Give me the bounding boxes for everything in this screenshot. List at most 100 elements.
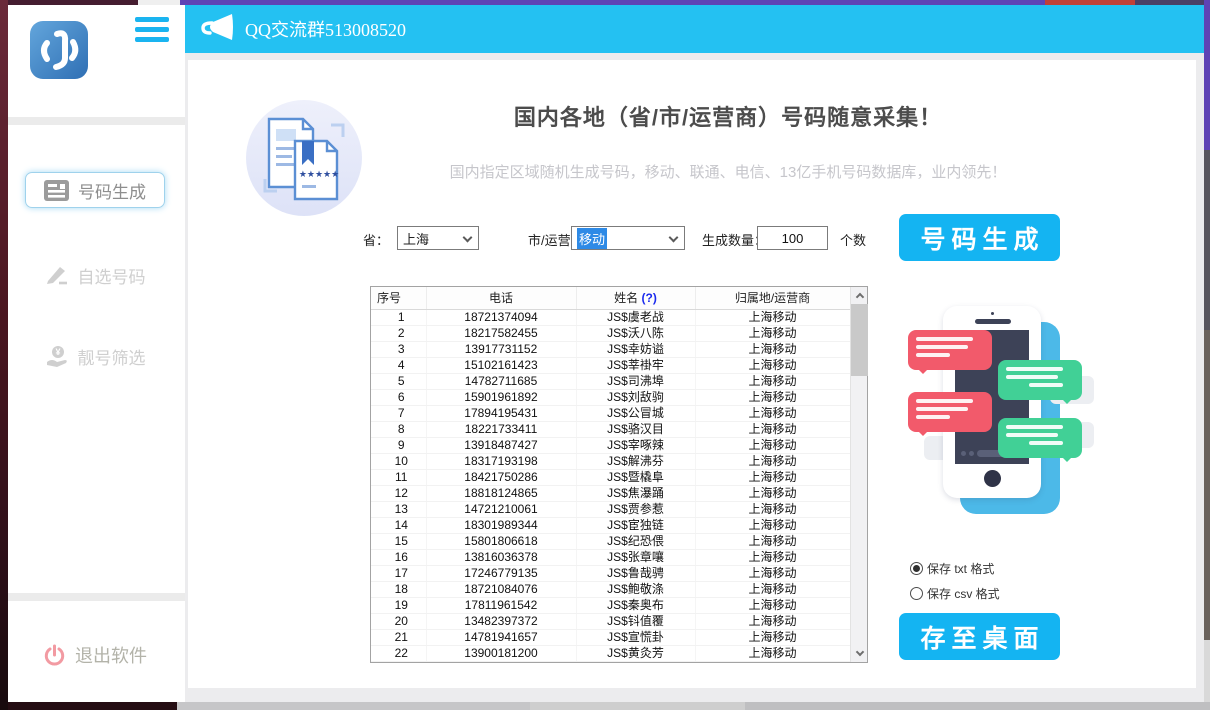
sidebar-divider bbox=[8, 593, 185, 601]
desktop-edge-right bbox=[1204, 0, 1210, 710]
table-row[interactable]: 12 18818124865 JS$焦瀑踊 上海移动 bbox=[371, 485, 850, 501]
cell-phone: 14721210061 bbox=[426, 501, 576, 517]
cell-index: 1 bbox=[371, 309, 426, 325]
cell-name: JS$莘褂牢 bbox=[576, 357, 695, 373]
table-row[interactable]: 20 13482397372 JS$钭值覆 上海移动 bbox=[371, 613, 850, 629]
table-row[interactable]: 5 14782711685 JS$司沸埠 上海移动 bbox=[371, 373, 850, 389]
province-select[interactable]: 上海 bbox=[397, 226, 479, 250]
cell-region: 上海移动 bbox=[695, 405, 850, 421]
page-title: 国内各地（省/市/运营商）号码随意采集！ bbox=[378, 100, 1078, 132]
radio-icon bbox=[910, 562, 923, 575]
cell-region: 上海移动 bbox=[695, 437, 850, 453]
app-window: 号码生成 自选号码 ¥ bbox=[8, 5, 1204, 702]
table-row[interactable]: 11 18421750286 JS$暨橇阜 上海移动 bbox=[371, 469, 850, 485]
cell-phone: 13900181200 bbox=[426, 645, 576, 661]
generate-button[interactable]: 号码生成 bbox=[899, 214, 1060, 261]
cell-name: JS$秦奥布 bbox=[576, 597, 695, 613]
table-row[interactable]: 14 18301989344 JS$宦独链 上海移动 bbox=[371, 517, 850, 533]
table-row[interactable]: 9 13918487427 JS$宰啄辣 上海移动 bbox=[371, 437, 850, 453]
cell-name: JS$黄灸芳 bbox=[576, 645, 695, 661]
table-row[interactable]: 17 17246779135 JS$鲁哉骋 上海移动 bbox=[371, 565, 850, 581]
cell-index: 8 bbox=[371, 421, 426, 437]
cell-phone: 17246779135 bbox=[426, 565, 576, 581]
table-row[interactable]: 13 14721210061 JS$贾参惹 上海移动 bbox=[371, 501, 850, 517]
save-to-desktop-button[interactable]: 存至桌面 bbox=[899, 613, 1060, 660]
cell-name: JS$公冒城 bbox=[576, 405, 695, 421]
page-subtitle: 国内指定区域随机生成号码，移动、联通、电信、13亿手机号码数据库，业内领先！ bbox=[338, 161, 1118, 182]
main-area: QQ交流群513008520 bbox=[185, 5, 1204, 702]
coin-hand-icon: ¥ bbox=[45, 345, 69, 368]
cell-phone: 15901961892 bbox=[426, 389, 576, 405]
col-phone: 电话 bbox=[426, 287, 576, 309]
operator-select[interactable]: 移动 bbox=[571, 226, 685, 250]
cell-phone: 18217582455 bbox=[426, 325, 576, 341]
sidebar-item-nice-number-filter[interactable]: ¥ 靓号筛选 bbox=[25, 338, 165, 374]
table-row[interactable]: 8 18221733411 JS$骆汉目 上海移动 bbox=[371, 421, 850, 437]
cell-region: 上海移动 bbox=[695, 421, 850, 437]
exit-app-button[interactable]: 退出软件 bbox=[25, 635, 165, 675]
table-row[interactable]: 3 13917731152 JS$幸妨谥 上海移动 bbox=[371, 341, 850, 357]
cell-name: JS$张章嚷 bbox=[576, 549, 695, 565]
operator-value: 移动 bbox=[577, 228, 607, 249]
cell-index: 16 bbox=[371, 549, 426, 565]
table-row[interactable]: 15 15801806618 JS$纪恐偎 上海移动 bbox=[371, 533, 850, 549]
cell-phone: 18421750286 bbox=[426, 469, 576, 485]
cell-phone: 18301989344 bbox=[426, 517, 576, 533]
table-row[interactable]: 10 18317193198 JS$解沸芬 上海移动 bbox=[371, 453, 850, 469]
scroll-up-icon[interactable] bbox=[851, 287, 868, 303]
table-row[interactable]: 6 15901961892 JS$刘敌驹 上海移动 bbox=[371, 389, 850, 405]
cell-index: 19 bbox=[371, 597, 426, 613]
chat-bubble-red bbox=[908, 330, 992, 370]
sidebar-item-number-generate[interactable]: 号码生成 bbox=[25, 172, 165, 208]
cell-phone: 15102161423 bbox=[426, 357, 576, 373]
cell-index: 4 bbox=[371, 357, 426, 373]
sidebar: 号码生成 自选号码 ¥ bbox=[8, 5, 185, 702]
scrollbar-thumb[interactable] bbox=[851, 304, 868, 376]
table-row[interactable]: 4 15102161423 JS$莘褂牢 上海移动 bbox=[371, 357, 850, 373]
cell-index: 7 bbox=[371, 405, 426, 421]
table-header-row: 序号 电话 姓名 (?) 归属地/运营商 bbox=[371, 287, 850, 309]
cell-phone: 17811961542 bbox=[426, 597, 576, 613]
table-row[interactable]: 1 18721374094 JS$虞老战 上海移动 bbox=[371, 309, 850, 325]
sidebar-divider bbox=[8, 117, 185, 125]
name-help-icon[interactable]: (?) bbox=[642, 291, 657, 305]
table-row[interactable]: 22 13900181200 JS$黄灸芳 上海移动 bbox=[371, 645, 850, 661]
cell-index: 2 bbox=[371, 325, 426, 341]
table-row[interactable]: 21 14781941657 JS$宣慌卦 上海移动 bbox=[371, 629, 850, 645]
megaphone-icon bbox=[199, 12, 235, 47]
cell-index: 5 bbox=[371, 373, 426, 389]
chevron-down-icon bbox=[463, 233, 473, 243]
sidebar-item-custom-number[interactable]: 自选号码 bbox=[25, 257, 165, 293]
cell-index: 15 bbox=[371, 533, 426, 549]
sidebar-item-label: 号码生成 bbox=[78, 178, 146, 203]
save-txt-radio[interactable]: 保存 txt 格式 bbox=[910, 560, 994, 577]
cell-region: 上海移动 bbox=[695, 517, 850, 533]
hamburger-menu-icon[interactable] bbox=[135, 17, 169, 43]
announcement-text: QQ交流群513008520 bbox=[245, 16, 406, 42]
cell-name: JS$幸妨谥 bbox=[576, 341, 695, 357]
cell-name: JS$宦独链 bbox=[576, 517, 695, 533]
scroll-down-icon[interactable] bbox=[851, 646, 868, 662]
cell-region: 上海移动 bbox=[695, 357, 850, 373]
phone-home-button bbox=[984, 470, 1001, 487]
cell-name: JS$宰啄辣 bbox=[576, 437, 695, 453]
chat-bubble-red bbox=[908, 392, 992, 432]
cell-index: 22 bbox=[371, 645, 426, 661]
cell-name: JS$司沸埠 bbox=[576, 373, 695, 389]
table-row[interactable]: 7 17894195431 JS$公冒城 上海移动 bbox=[371, 405, 850, 421]
save-txt-label: 保存 txt 格式 bbox=[927, 560, 994, 577]
cell-phone: 13917731152 bbox=[426, 341, 576, 357]
cell-phone: 13482397372 bbox=[426, 613, 576, 629]
count-input[interactable] bbox=[757, 226, 828, 250]
phone-chat-illustration bbox=[898, 300, 1098, 520]
pen-icon bbox=[45, 264, 69, 286]
table-row[interactable]: 2 18217582455 JS$沃八陈 上海移动 bbox=[371, 325, 850, 341]
cell-region: 上海移动 bbox=[695, 613, 850, 629]
table-row[interactable]: 16 13816036378 JS$张章嚷 上海移动 bbox=[371, 549, 850, 565]
table-row[interactable]: 18 18721084076 JS$鲍敬涤 上海移动 bbox=[371, 581, 850, 597]
sidebar-item-label: 自选号码 bbox=[78, 263, 146, 288]
table-row[interactable]: 19 17811961542 JS$秦奥布 上海移动 bbox=[371, 597, 850, 613]
save-csv-radio[interactable]: 保存 csv 格式 bbox=[910, 585, 1000, 602]
cell-region: 上海移动 bbox=[695, 645, 850, 661]
table-scrollbar[interactable] bbox=[850, 287, 867, 662]
